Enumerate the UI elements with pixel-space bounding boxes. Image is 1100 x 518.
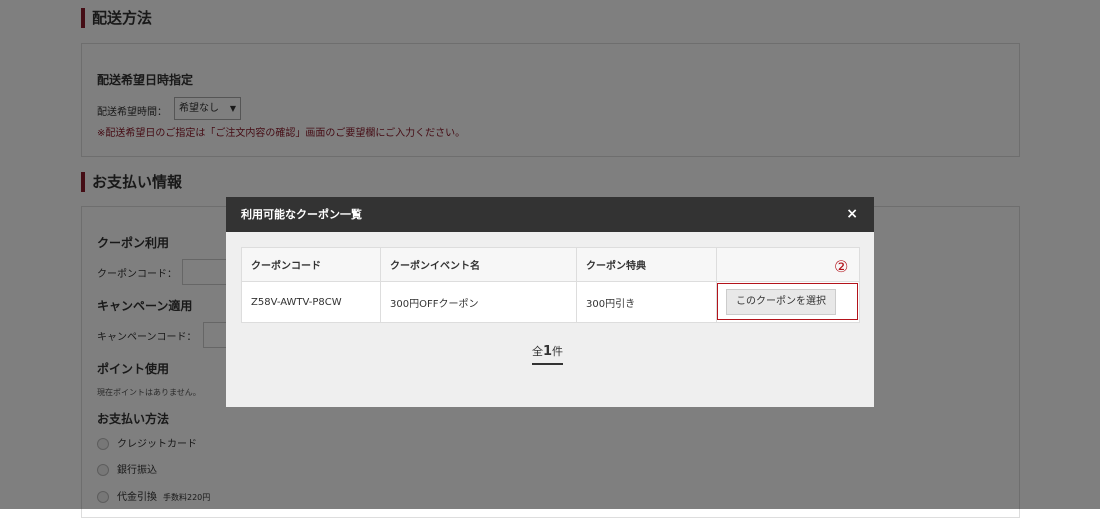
coupon-event-cell: 300円OFFクーポン bbox=[380, 281, 577, 323]
column-header-code: クーポンコード bbox=[241, 247, 381, 282]
annotation-highlight-box bbox=[717, 283, 858, 320]
result-count: 全1件 bbox=[532, 343, 564, 365]
modal-header: 利用可能なクーポン一覧 × bbox=[226, 197, 874, 232]
modal-title: 利用可能なクーポン一覧 bbox=[241, 208, 362, 221]
coupon-benefit-cell: 300円引き bbox=[576, 281, 717, 323]
table-header-row: クーポンコード クーポンイベント名 クーポン特典 bbox=[241, 247, 860, 282]
column-header-benefit: クーポン特典 bbox=[576, 247, 717, 282]
close-icon[interactable]: × bbox=[846, 197, 858, 232]
count-value: 1 bbox=[543, 344, 553, 359]
coupon-code-cell: Z58V-AWTV-P8CW bbox=[241, 281, 381, 323]
column-header-event: クーポンイベント名 bbox=[380, 247, 577, 282]
count-suffix: 件 bbox=[552, 345, 564, 358]
count-prefix: 全 bbox=[532, 345, 543, 358]
coupon-modal: 利用可能なクーポン一覧 × クーポンコード クーポンイベント名 クーポン特典 Z… bbox=[226, 197, 874, 407]
annotation-marker: ② bbox=[834, 257, 849, 276]
